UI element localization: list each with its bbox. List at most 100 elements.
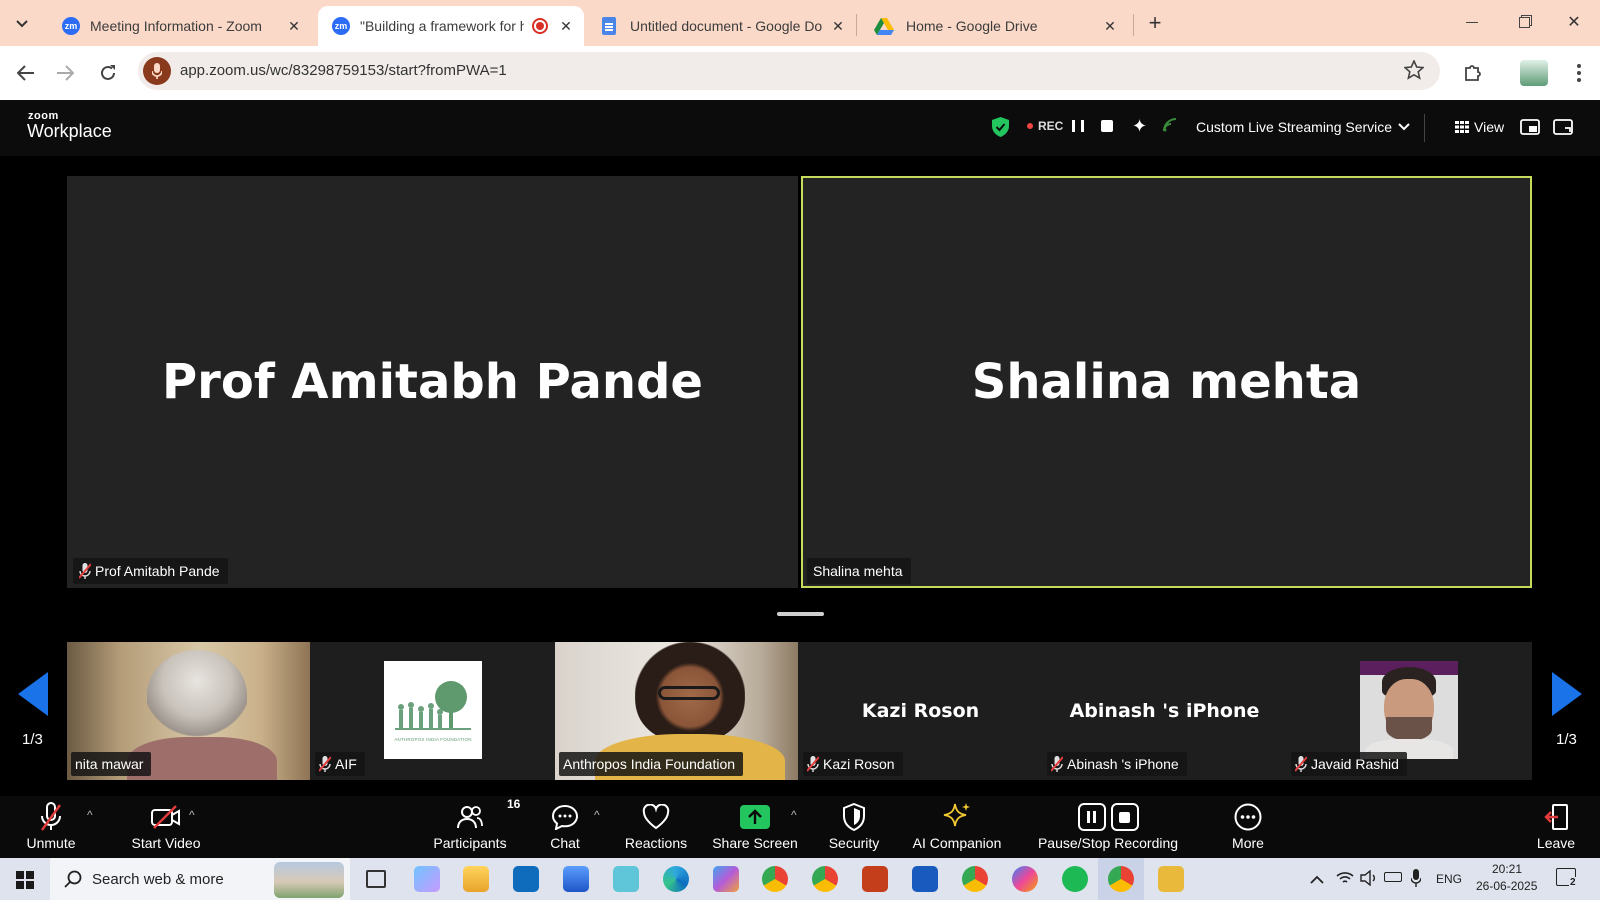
taskbar-search-box[interactable]: Search web & more xyxy=(50,858,350,900)
tab-untitled-document[interactable]: Untitled document - Google Do ✕ xyxy=(588,6,856,46)
heart-icon xyxy=(642,799,670,835)
video-tile-nita-mawar[interactable]: nita mawar xyxy=(67,642,310,780)
chrome-icon[interactable] xyxy=(762,866,788,892)
spotify-icon[interactable] xyxy=(1062,866,1088,892)
more-options-icon xyxy=(1234,799,1262,835)
volume-icon[interactable] xyxy=(1360,869,1378,891)
gallery-resize-handle[interactable] xyxy=(777,612,824,616)
zoom-favicon-icon: zm xyxy=(62,17,80,35)
close-tab-icon[interactable]: ✕ xyxy=(284,18,304,35)
video-tile-shalina-mehta[interactable]: Shalina mehta Shalina mehta xyxy=(801,176,1532,588)
share-screen-icon xyxy=(740,799,770,835)
powerpoint-icon[interactable] xyxy=(862,866,888,892)
chat-options-caret[interactable]: ^ xyxy=(594,808,600,822)
minimize-button[interactable] xyxy=(1460,10,1484,34)
chrome-profile-icon[interactable] xyxy=(812,866,838,892)
bookmark-star-icon[interactable] xyxy=(1403,59,1425,85)
microphone-in-use-icon[interactable] xyxy=(143,57,171,85)
reactions-button[interactable]: Reactions xyxy=(624,796,688,858)
close-tab-icon[interactable]: ✕ xyxy=(828,18,848,35)
microphone-tray-icon[interactable] xyxy=(1410,869,1422,892)
minimize-meeting-icon[interactable] xyxy=(1553,119,1573,140)
pause-stop-recording-button[interactable]: Pause/Stop Recording xyxy=(1038,796,1178,858)
notifications-icon[interactable]: 2 xyxy=(1556,868,1577,888)
encryption-shield-icon[interactable] xyxy=(992,117,1009,142)
ai-companion-button[interactable]: AI Companion xyxy=(912,796,1002,858)
pause-recording-button[interactable] xyxy=(1072,120,1084,134)
close-window-button[interactable]: ✕ xyxy=(1562,10,1586,34)
clock-time[interactable]: 20:21 xyxy=(1492,862,1522,876)
chevron-down-icon xyxy=(16,20,28,28)
share-options-caret[interactable]: ^ xyxy=(791,808,797,822)
previous-page-arrow[interactable] xyxy=(18,672,48,716)
address-bar[interactable]: app.zoom.us/wc/83298759153/start?fromPWA… xyxy=(138,52,1440,90)
browser-menu-button[interactable] xyxy=(1566,60,1592,86)
battery-icon[interactable] xyxy=(1384,872,1402,882)
participant-name-badge: Anthropos India Foundation xyxy=(559,752,744,776)
outlook-icon[interactable] xyxy=(513,866,539,892)
share-screen-button[interactable]: Share Screen xyxy=(712,796,798,858)
muted-microphone-icon xyxy=(40,799,62,835)
ai-sparkle-icon[interactable]: ✦ xyxy=(1132,116,1147,137)
reload-button[interactable] xyxy=(95,60,121,86)
close-tab-icon[interactable]: ✕ xyxy=(556,18,576,35)
tab-title: Meeting Information - Zoom xyxy=(90,18,262,34)
clock-date[interactable]: 26-06-2025 xyxy=(1476,879,1537,893)
word-icon[interactable] xyxy=(912,866,938,892)
stop-recording-button[interactable] xyxy=(1101,120,1113,132)
tab-meeting-information[interactable]: zm Meeting Information - Zoom ✕ xyxy=(48,6,312,46)
back-button[interactable] xyxy=(13,60,39,86)
language-indicator[interactable]: ENG xyxy=(1436,872,1462,886)
video-options-caret[interactable]: ^ xyxy=(189,808,195,822)
copilot-icon[interactable] xyxy=(1012,866,1038,892)
live-streaming-dropdown[interactable]: Custom Live Streaming Service xyxy=(1196,119,1410,135)
participant-video-figure xyxy=(147,650,247,740)
video-tile-prof-amitabh-pande[interactable]: Prof Amitabh Pande Prof Amitabh Pande xyxy=(67,176,798,588)
paint-app-icon[interactable] xyxy=(414,866,440,892)
system-tray-chevron-icon[interactable] xyxy=(1310,872,1324,890)
tab-building-framework[interactable]: zm "Building a framework for h ✕ xyxy=(318,6,584,46)
video-tile-kazi-roson[interactable]: Kazi Roson Kazi Roson xyxy=(799,642,1042,780)
browser-toolbar: app.zoom.us/wc/83298759153/start?fromPWA… xyxy=(0,46,1600,100)
next-page-arrow[interactable] xyxy=(1552,672,1582,716)
leave-button[interactable]: Leave xyxy=(1534,796,1578,858)
participant-name-badge: Abinash 's iPhone xyxy=(1047,752,1187,776)
picture-in-picture-icon[interactable] xyxy=(1520,119,1540,140)
wifi-icon[interactable] xyxy=(1336,870,1354,891)
copilot-app-icon[interactable] xyxy=(713,866,739,892)
video-tile-aif[interactable]: ANTHROPOS INDIA FOUNDATION AIF xyxy=(311,642,554,780)
new-tab-button[interactable]: + xyxy=(1143,10,1167,35)
anthropos-india-foundation-logo: ANTHROPOS INDIA FOUNDATION xyxy=(384,661,482,759)
participants-button[interactable]: 16 Participants xyxy=(432,796,520,858)
chrome-active-icon[interactable] xyxy=(1108,866,1134,892)
video-tile-abinash-iphone[interactable]: Abinash 's iPhone Abinash 's iPhone xyxy=(1043,642,1286,780)
notepad-app-icon[interactable] xyxy=(613,866,639,892)
edge-browser-icon[interactable] xyxy=(663,866,689,892)
chat-button[interactable]: Chat xyxy=(545,796,585,858)
tab-google-drive[interactable]: Home - Google Drive ✕ xyxy=(860,6,1128,46)
video-tile-javaid-rashid[interactable]: Javaid Rashid xyxy=(1287,642,1530,780)
task-view-icon[interactable] xyxy=(366,870,386,888)
extensions-button[interactable] xyxy=(1460,60,1486,86)
sticky-app-icon[interactable] xyxy=(1158,866,1184,892)
file-explorer-icon[interactable] xyxy=(463,866,489,892)
chat-bubble-icon xyxy=(551,799,579,835)
chrome-profile-2-icon[interactable] xyxy=(962,866,988,892)
security-button[interactable]: Security xyxy=(826,796,882,858)
unmute-button[interactable]: Unmute xyxy=(18,796,84,858)
restore-button[interactable] xyxy=(1512,10,1536,34)
video-tile-anthropos-india-foundation[interactable]: Anthropos India Foundation xyxy=(555,642,798,780)
profile-avatar[interactable] xyxy=(1520,60,1548,86)
more-button[interactable]: More xyxy=(1226,796,1270,858)
url-text: app.zoom.us/wc/83298759153/start?fromPWA… xyxy=(180,62,507,79)
microsoft-store-icon[interactable] xyxy=(563,866,589,892)
tab-search-button[interactable] xyxy=(10,12,34,36)
audio-options-caret[interactable]: ^ xyxy=(87,808,93,822)
forward-button[interactable] xyxy=(52,60,78,86)
start-video-button[interactable]: Start Video xyxy=(116,796,216,858)
search-highlight-image xyxy=(274,862,344,898)
video-off-icon xyxy=(151,799,181,835)
view-button[interactable]: View xyxy=(1455,119,1504,135)
windows-start-icon[interactable] xyxy=(16,871,34,889)
close-tab-icon[interactable]: ✕ xyxy=(1100,18,1120,35)
